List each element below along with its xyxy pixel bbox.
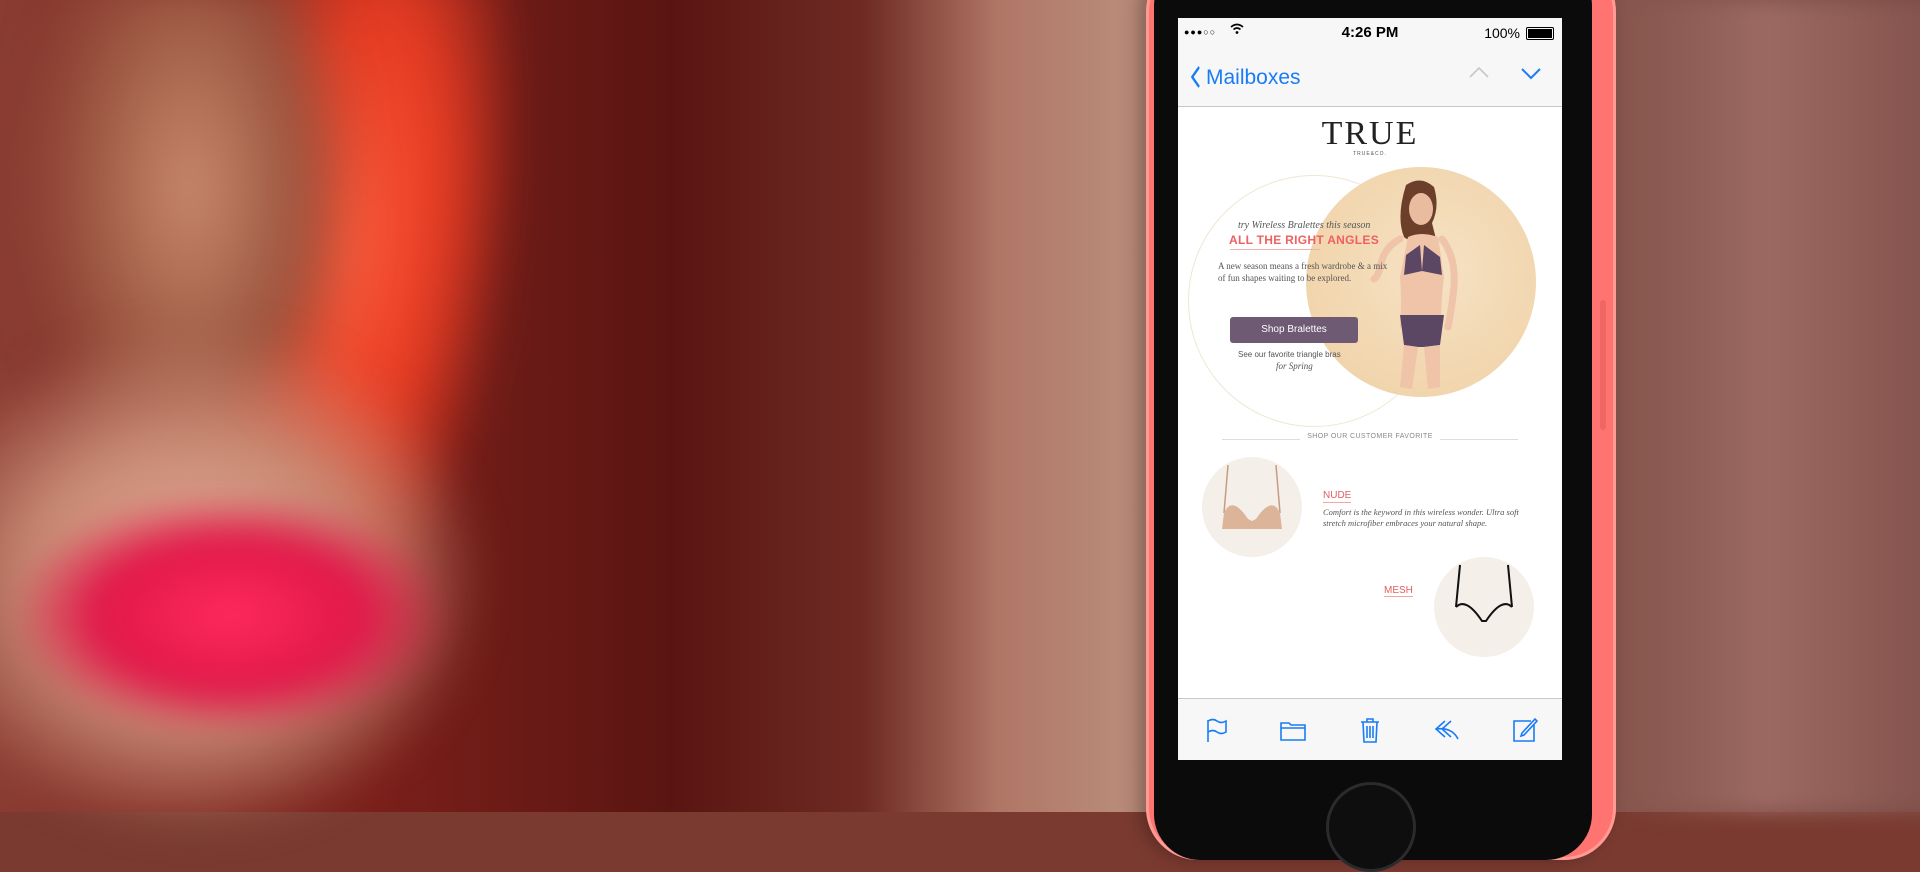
battery-icon <box>1526 27 1554 40</box>
phone-side-button <box>1600 300 1606 430</box>
back-label: Mailboxes <box>1206 66 1301 89</box>
phone-screen: ●●●○○ 4:26 PM 100% Mailboxes TRUE TRUE&C… <box>1178 18 1562 760</box>
mesh-bralette-image <box>1455 564 1513 622</box>
next-message-chevron-down-icon[interactable] <box>1520 62 1542 84</box>
mail-nav-bar: Mailboxes <box>1178 46 1562 107</box>
flag-icon[interactable] <box>1201 715 1231 745</box>
hero-description: A new season means a fresh wardrobe & a … <box>1218 261 1388 283</box>
reply-icon[interactable] <box>1432 715 1462 745</box>
cta-note: See our favorite triangle bras <box>1238 350 1341 359</box>
trash-icon[interactable] <box>1355 715 1385 745</box>
message-nav-arrows <box>1468 62 1542 84</box>
section-divider: SHOP OUR CUSTOMER FAVORITE <box>1222 433 1518 447</box>
headline-underline <box>1230 249 1320 250</box>
compose-icon[interactable] <box>1509 715 1539 745</box>
section-title: SHOP OUR CUSTOMER FAVORITE <box>1300 433 1440 440</box>
blurred-photo-background <box>0 0 1920 830</box>
chevron-left-icon <box>1190 66 1200 90</box>
hero-kicker: try Wireless Bralettes this season <box>1238 220 1371 231</box>
hero-headline: ALL THE RIGHT ANGLES <box>1229 233 1379 247</box>
product-card-nude[interactable]: NUDE Comfort is the keyword in this wire… <box>1178 447 1562 567</box>
product-name[interactable]: NUDE <box>1323 490 1352 503</box>
back-to-mailboxes-button[interactable]: Mailboxes <box>1188 66 1301 90</box>
previous-message-chevron-up-icon[interactable] <box>1468 62 1490 84</box>
cta-note-italic: for Spring <box>1276 361 1313 371</box>
brand-subtitle: TRUE&CO. <box>1353 151 1387 157</box>
product-name[interactable]: MESH <box>1384 585 1413 597</box>
mail-toolbar <box>1178 698 1562 760</box>
model-in-lingerie-image <box>1370 180 1458 389</box>
home-button[interactable] <box>1326 782 1416 872</box>
battery-percent: 100% <box>1484 25 1520 41</box>
email-body[interactable]: TRUE TRUE&CO. try Wireless Bralettes thi… <box>1178 107 1562 699</box>
blurred-right-wall <box>1620 0 1920 812</box>
status-bar: ●●●○○ 4:26 PM 100% <box>1178 18 1562 46</box>
folder-icon[interactable] <box>1278 715 1308 745</box>
shop-bralettes-button[interactable]: Shop Bralettes <box>1230 317 1358 343</box>
hero-banner: try Wireless Bralettes this season ALL T… <box>1178 163 1562 433</box>
brand-logo: TRUE <box>1321 115 1419 152</box>
blurred-pink-bra <box>20 500 440 730</box>
product-description: Comfort is the keyword in this wireless … <box>1323 507 1519 528</box>
nude-bralette-image <box>1222 464 1282 529</box>
product-card-mesh[interactable]: MESH <box>1178 557 1562 657</box>
